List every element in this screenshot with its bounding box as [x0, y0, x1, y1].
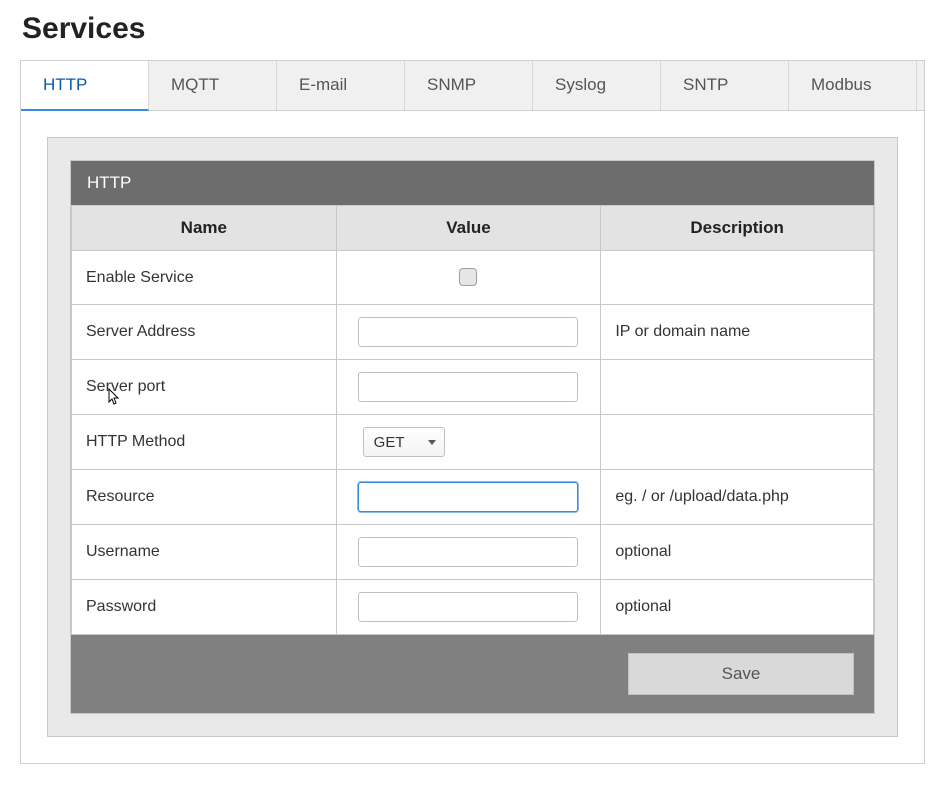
row-enable-service: Enable Service [72, 251, 874, 305]
card-title: HTTP [71, 161, 874, 205]
resource-input[interactable] [358, 482, 578, 512]
http-method-label: HTTP Method [72, 415, 337, 470]
enable-service-label: Enable Service [72, 251, 337, 305]
username-label: Username [72, 525, 337, 580]
col-header-name: Name [72, 206, 337, 251]
row-server-port: Server port [72, 360, 874, 415]
settings-table: Name Value Description Enable Service [71, 205, 874, 635]
password-input[interactable] [358, 592, 578, 622]
col-header-value: Value [336, 206, 601, 251]
tab-modbus[interactable]: Modbus [789, 61, 917, 110]
tab-http[interactable]: HTTP [21, 61, 149, 111]
server-port-label: Server port [72, 360, 337, 415]
http-method-select[interactable]: GET [363, 427, 445, 457]
username-desc: optional [601, 525, 874, 580]
server-address-input[interactable] [358, 317, 578, 347]
resource-desc: eg. / or /upload/data.php [601, 470, 874, 525]
password-desc: optional [601, 580, 874, 635]
chevron-down-icon [428, 440, 436, 445]
http-method-value: GET [374, 434, 405, 451]
enable-service-checkbox[interactable] [459, 268, 477, 286]
tab-email[interactable]: E-mail [277, 61, 405, 110]
table-header-row: Name Value Description [72, 206, 874, 251]
page-title: Services [22, 12, 925, 46]
password-label: Password [72, 580, 337, 635]
row-http-method: HTTP Method GET [72, 415, 874, 470]
settings-panel: HTTP Name Value Description Enable Servi [47, 137, 898, 737]
tab-sntp[interactable]: SNTP [661, 61, 789, 110]
row-server-address: Server Address IP or domain name [72, 305, 874, 360]
tabs: HTTP MQTT E-mail SNMP Syslog SNTP Modbus [21, 61, 924, 110]
server-address-desc: IP or domain name [601, 305, 874, 360]
row-username: Username optional [72, 525, 874, 580]
username-input[interactable] [358, 537, 578, 567]
tab-content: HTTP Name Value Description Enable Servi [21, 110, 924, 763]
row-password: Password optional [72, 580, 874, 635]
tab-container: HTTP MQTT E-mail SNMP Syslog SNTP Modbus… [20, 60, 925, 764]
server-address-label: Server Address [72, 305, 337, 360]
http-card: HTTP Name Value Description Enable Servi [70, 160, 875, 714]
http-method-desc [601, 415, 874, 470]
col-header-desc: Description [601, 206, 874, 251]
resource-label: Resource [72, 470, 337, 525]
server-port-desc [601, 360, 874, 415]
tab-snmp[interactable]: SNMP [405, 61, 533, 110]
save-button[interactable]: Save [628, 653, 854, 695]
enable-service-desc [601, 251, 874, 305]
row-resource: Resource eg. / or /upload/data.php [72, 470, 874, 525]
server-port-input[interactable] [358, 372, 578, 402]
tab-syslog[interactable]: Syslog [533, 61, 661, 110]
tab-mqtt[interactable]: MQTT [149, 61, 277, 110]
card-footer: Save [71, 635, 874, 713]
